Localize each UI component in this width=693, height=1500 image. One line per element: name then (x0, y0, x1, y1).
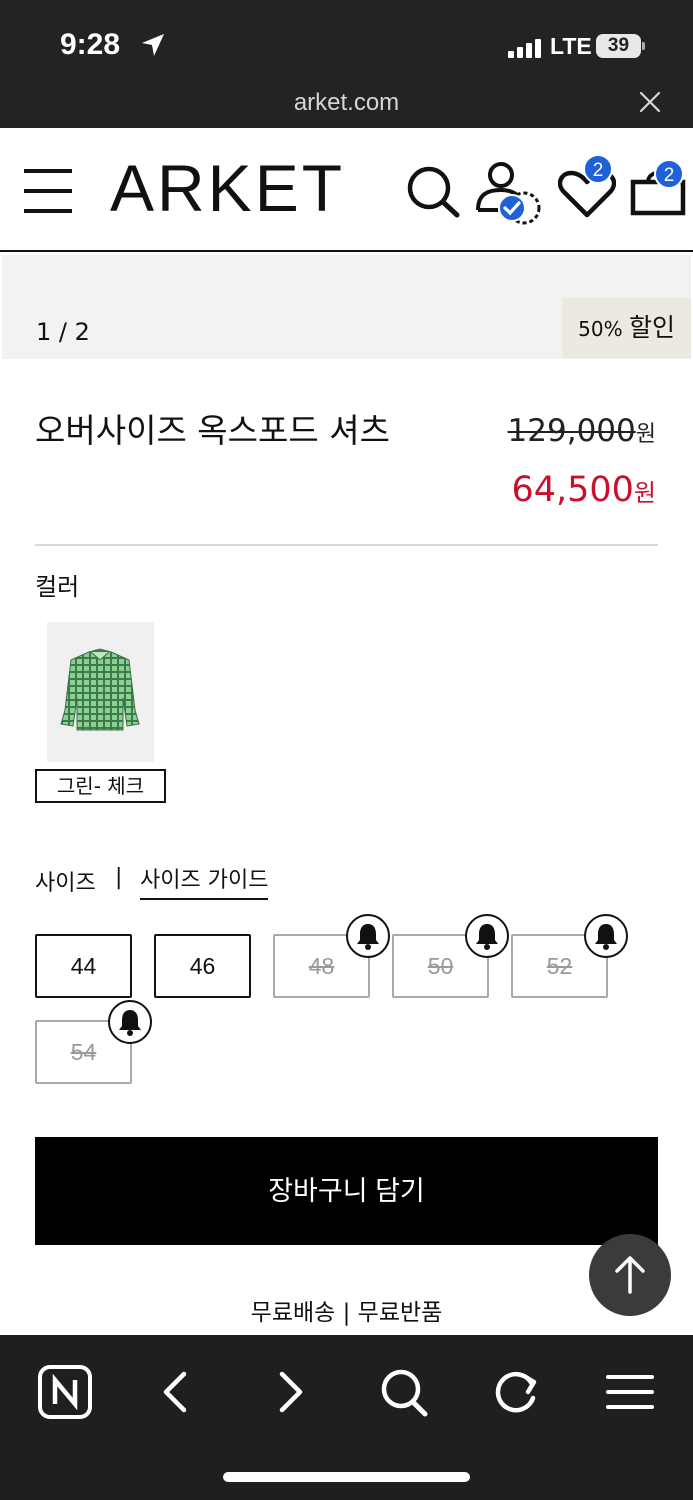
wishlist-count-badge: 2 (583, 154, 613, 184)
menu-icon[interactable] (600, 1362, 660, 1422)
size-separator: | (115, 865, 123, 890)
menu-icon[interactable] (22, 166, 74, 216)
signal-icon (508, 39, 541, 58)
bell-icon[interactable] (465, 914, 509, 958)
cart-count-badge: 2 (654, 159, 684, 189)
add-to-cart-button[interactable]: 장바구니 담기 (35, 1137, 658, 1245)
color-swatch-image[interactable] (47, 622, 154, 762)
sale-price-currency: 원 (633, 479, 656, 507)
bell-icon[interactable] (346, 914, 390, 958)
location-arrow-icon (142, 34, 164, 56)
discount-percent: 50% (578, 317, 623, 341)
size-option-44[interactable]: 44 (35, 934, 132, 998)
back-icon[interactable] (146, 1362, 206, 1422)
scroll-to-top-button[interactable] (589, 1234, 671, 1316)
url-bar[interactable]: arket.com (0, 82, 693, 128)
size-guide-link[interactable]: 사이즈 가이드 (140, 862, 269, 900)
battery-level: 39 (596, 34, 641, 58)
original-price: 129,000원 (508, 413, 656, 449)
sale-price: 64,500원 (511, 470, 656, 510)
size-label: 사이즈 (35, 871, 96, 896)
close-icon[interactable] (638, 90, 662, 114)
color-label: 컬러 (35, 573, 80, 601)
arrow-up-icon (615, 1256, 645, 1294)
status-bar: 9:28 LTE 39 (0, 0, 693, 82)
gallery-counter: 1 / 2 (36, 318, 90, 346)
account-icon[interactable] (474, 160, 544, 226)
product-gallery[interactable]: 1 / 2 50% 할인 (2, 255, 691, 359)
brand-logo[interactable]: ARKET (110, 150, 345, 226)
original-price-value: 129,000 (507, 413, 636, 449)
home-indicator (223, 1472, 470, 1482)
size-option-46[interactable]: 46 (154, 934, 251, 998)
bell-icon[interactable] (108, 1000, 152, 1044)
original-price-currency: 원 (635, 422, 656, 447)
status-time: 9:28 (60, 28, 121, 61)
site-header: ARKET 2 2 (0, 128, 693, 252)
forward-icon[interactable] (260, 1362, 320, 1422)
naver-home-icon[interactable] (35, 1362, 95, 1422)
sale-price-value: 64,500 (511, 470, 634, 510)
section-divider (35, 544, 658, 546)
discount-badge: 50% 할인 (562, 298, 691, 358)
battery-icon: 39 (596, 34, 646, 59)
url-text[interactable]: arket.com (0, 89, 693, 117)
search-icon[interactable] (404, 164, 462, 220)
browser-toolbar (0, 1335, 693, 1500)
bell-icon[interactable] (584, 914, 628, 958)
refresh-icon[interactable] (486, 1362, 546, 1422)
discount-text: 할인 (628, 313, 675, 342)
network-type: LTE (550, 33, 592, 59)
shirt-thumbnail-icon (60, 648, 140, 731)
selected-color-chip[interactable]: 그린- 체크 (35, 769, 166, 803)
search-icon[interactable] (373, 1362, 433, 1422)
product-title: 오버사이즈 옥스포드 셔츠 (35, 411, 390, 450)
